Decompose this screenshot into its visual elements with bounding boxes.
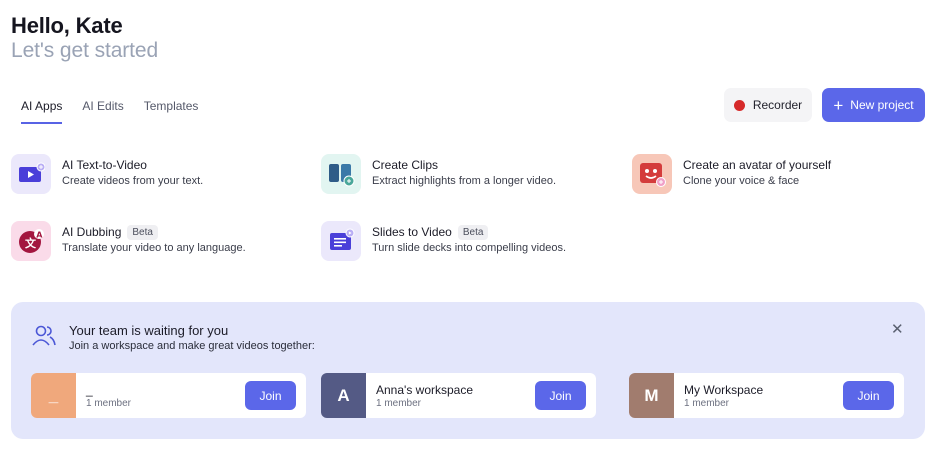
slides-icon — [321, 221, 361, 261]
workspace-member-count: 1 member — [684, 397, 730, 409]
page-subtitle: Let's get started — [11, 39, 159, 62]
app-create-avatar[interactable]: Create an avatar of yourself Clone your … — [632, 154, 831, 194]
join-button[interactable]: Join — [535, 381, 586, 410]
app-slides-to-video[interactable]: Slides to Video Beta Turn slide decks in… — [321, 221, 566, 261]
tab-ai-edits[interactable]: AI Edits — [82, 99, 123, 124]
workspace-card: _ _ 1 member Join — [31, 373, 306, 418]
app-text-to-video[interactable]: AI Text-to-Video Create videos from your… — [11, 154, 203, 194]
team-title: Your team is waiting for you — [69, 323, 229, 338]
new-project-button[interactable]: + New project — [822, 88, 925, 122]
app-description: Clone your voice & face — [683, 175, 800, 187]
workspace-member-count: 1 member — [86, 397, 132, 409]
workspace-avatar: M — [629, 373, 674, 418]
join-button[interactable]: Join — [245, 381, 296, 410]
beta-badge: Beta — [127, 224, 158, 240]
join-button[interactable]: Join — [843, 381, 894, 410]
avatar-icon — [632, 154, 672, 194]
close-icon[interactable]: ✕ — [891, 320, 904, 338]
workspace-member-count: 1 member — [376, 397, 422, 409]
app-description: Translate your video to any language. — [62, 242, 246, 254]
tab-bar: AI Apps AI Edits Templates — [21, 99, 198, 124]
workspace-card: M My Workspace 1 member Join — [629, 373, 904, 418]
workspace-card: A Anna's workspace 1 member Join — [321, 373, 596, 418]
tab-ai-apps[interactable]: AI Apps — [21, 99, 63, 124]
svg-text:A: A — [36, 230, 43, 239]
app-create-clips[interactable]: Create Clips Extract highlights from a l… — [321, 154, 556, 194]
app-title: Create an avatar of yourself — [683, 158, 832, 172]
page-greeting: Hello, Kate — [11, 13, 123, 38]
workspace-avatar: _ — [31, 373, 76, 418]
clips-icon — [321, 154, 361, 194]
app-title: Create Clips — [372, 158, 439, 172]
beta-badge: Beta — [457, 224, 489, 240]
workspace-name: Anna's workspace — [376, 382, 474, 397]
app-title: AI Dubbing — [62, 225, 122, 239]
team-subtitle: Join a workspace and make great videos t… — [69, 340, 315, 352]
recorder-label: Recorder — [752, 98, 803, 112]
app-description: Create videos from your text. — [62, 175, 204, 187]
video-play-icon — [11, 154, 51, 194]
app-description: Extract highlights from a longer video. — [372, 175, 557, 187]
app-title: AI Text-to-Video — [62, 158, 147, 172]
team-invite-panel: Your team is waiting for you Join a work… — [11, 302, 925, 439]
users-icon — [31, 324, 57, 353]
app-ai-dubbing[interactable]: 文 A AI Dubbing Beta Translate your video… — [11, 221, 246, 261]
new-project-label: New project — [850, 98, 914, 112]
plus-icon: + — [833, 95, 844, 115]
app-description: Turn slide decks into compelling videos. — [372, 242, 567, 254]
svg-text:文: 文 — [25, 236, 37, 250]
app-title: Slides to Video — [372, 225, 452, 239]
workspace-avatar: A — [321, 373, 366, 418]
workspace-name: _ — [86, 382, 93, 397]
translate-icon: 文 A — [11, 221, 51, 261]
tab-templates[interactable]: Templates — [144, 99, 199, 124]
record-dot-icon — [733, 99, 745, 111]
workspace-name: My Workspace — [684, 382, 764, 397]
recorder-button[interactable]: Recorder — [724, 88, 812, 122]
